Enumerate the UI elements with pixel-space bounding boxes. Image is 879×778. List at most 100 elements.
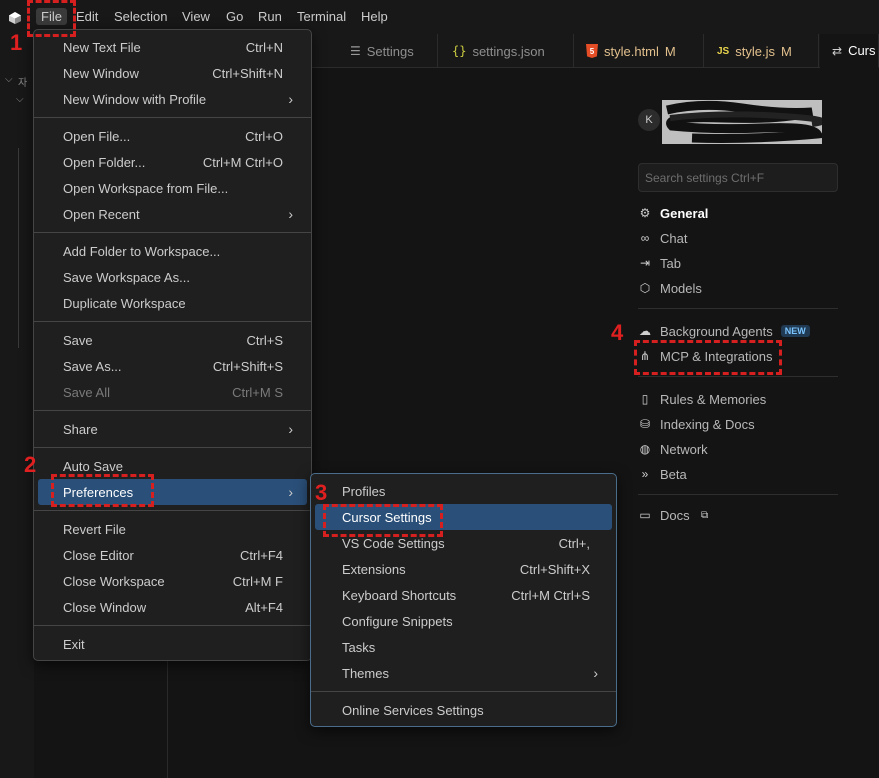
scribble-redaction [665,100,822,143]
file-menu: New Text File Ctrl+N New Window Ctrl+Shi… [33,29,312,661]
menu-item-open-workspace-from-file[interactable]: Open Workspace from File... [38,175,307,201]
menu-item-label: Extensions [342,561,406,577]
menu-item-label: Themes [342,665,389,681]
gear-icon: ⚙ [639,206,651,220]
nav-label: Background Agents [660,323,773,339]
tab-style-js[interactable]: JS style.js M [705,34,819,68]
nav-divider [638,494,838,495]
nav-network[interactable]: ◍ Network [638,439,708,459]
menu-item-open-file[interactable]: Open File... Ctrl+O [38,123,307,149]
tree-indent-guide [18,148,19,348]
html5-icon: 5 [586,44,598,58]
menu-edit[interactable]: Edit [76,9,98,24]
collapse-chevron-icon[interactable]: ⌵ [5,74,13,85]
cube-icon: ⬡ [639,281,651,295]
settings-search-input[interactable]: Search settings Ctrl+F [638,163,838,192]
nav-chat[interactable]: ∞ Chat [638,228,688,248]
nav-docs[interactable]: ▭ Docs ⧉ [638,505,712,525]
menu-help[interactable]: Help [361,9,388,24]
menu-item-duplicate-workspace[interactable]: Duplicate Workspace [38,290,307,316]
avatar[interactable]: K [638,109,660,131]
menu-item-share[interactable]: Share › [38,416,307,442]
menu-selection[interactable]: Selection [114,9,167,24]
nav-background-agents[interactable]: ☁ Background Agents NEW [638,321,810,341]
tab-style-html[interactable]: 5 style.html M [574,34,704,68]
menu-item-label: Save As... [63,358,122,374]
menu-item-save[interactable]: Save Ctrl+S [38,327,307,353]
nav-rules-memories[interactable]: ▯ Rules & Memories [638,389,767,409]
folder-chevron-icon[interactable]: ⌵ [16,94,24,105]
annotation-box-preferences [51,474,154,507]
nav-divider [638,308,838,309]
menu-item-themes[interactable]: Themes › [315,660,612,686]
menu-separator [34,510,311,511]
menu-item-new-window-with-profile[interactable]: New Window with Profile › [38,86,307,112]
tab-settings[interactable]: ☰ Settings [338,34,438,68]
menu-item-save-workspace-as[interactable]: Save Workspace As... [38,264,307,290]
tab-label: Curs [848,43,876,58]
menu-item-revert-file[interactable]: Revert File [38,516,307,542]
nav-indexing-docs[interactable]: ⛁ Indexing & Docs [638,414,755,434]
menu-item-open-recent[interactable]: Open Recent › [38,201,307,227]
menu-item-new-window[interactable]: New Window Ctrl+Shift+N [38,60,307,86]
menu-item-close-workspace[interactable]: Close Workspace Ctrl+M F [38,568,307,594]
menu-run[interactable]: Run [258,9,282,24]
menu-item-label: Open Folder... [63,154,146,170]
menu-item-online-services-settings[interactable]: Online Services Settings [315,697,612,723]
nav-divider [638,376,838,377]
menu-item-label: Close Workspace [63,573,165,589]
menu-item-configure-snippets[interactable]: Configure Snippets [315,608,612,634]
menu-item-shortcut: Ctrl+S [246,332,283,348]
menu-separator [34,321,311,322]
nav-label: Chat [660,230,688,246]
redacted-account-name [662,100,822,144]
profile-row: K [638,109,660,131]
document-icon: ▯ [641,392,649,406]
menu-item-save-as[interactable]: Save As... Ctrl+Shift+S [38,353,307,379]
tab-settings-json[interactable]: {} settings.json [440,34,574,68]
menu-item-shortcut: Ctrl+M S [232,384,283,400]
menu-item-label: Close Editor [63,547,134,563]
menu-item-exit[interactable]: Exit [38,631,307,657]
menu-item-label: Profiles [342,483,386,499]
tab-label: settings.json [472,43,545,59]
menu-item-label: Save Workspace As... [63,269,190,285]
menu-item-keyboard-shortcuts[interactable]: Keyboard Shortcuts Ctrl+M Ctrl+S [315,582,612,608]
menu-item-tasks[interactable]: Tasks [315,634,612,660]
menu-terminal[interactable]: Terminal [297,9,346,24]
menu-item-shortcut: Ctrl+O [245,128,283,144]
menu-item-open-folder[interactable]: Open Folder... Ctrl+M Ctrl+O [38,149,307,175]
menu-item-shortcut: Alt+F4 [245,599,283,615]
menu-item-add-folder-to-workspace[interactable]: Add Folder to Workspace... [38,238,307,264]
globe-icon: ◍ [639,442,651,456]
menu-item-label: New Window [63,65,139,81]
menu-item-close-editor[interactable]: Close Editor Ctrl+F4 [38,542,307,568]
nav-tab[interactable]: ⇥ Tab [638,253,681,273]
cursor-logo-icon[interactable] [8,11,22,25]
menu-item-save-all: Save All Ctrl+M S [38,379,307,405]
nav-models[interactable]: ⬡ Models [638,278,702,298]
chevrons-right-icon: » [641,467,649,481]
nav-label: General [660,205,709,221]
menu-item-label: Revert File [63,521,126,537]
menu-item-label: Share [63,421,98,437]
tab-cursor-settings[interactable]: ⇄ Curs [820,34,879,68]
cursor-settings-icon: ⇄ [832,43,843,58]
menu-item-label: Duplicate Workspace [63,295,186,311]
book-icon: ▭ [639,508,651,522]
menu-view[interactable]: View [182,9,210,24]
menu-separator [311,691,616,692]
menu-item-shortcut: Ctrl+, [558,535,590,551]
tab-label: style.html [604,43,659,59]
nav-general[interactable]: ⚙ General [638,203,709,223]
menu-item-profiles[interactable]: Profiles [315,478,612,504]
external-link-icon: ⧉ [701,509,709,521]
nav-beta[interactable]: » Beta [638,464,687,484]
menu-item-close-window[interactable]: Close Window Alt+F4 [38,594,307,620]
annotation-number: 3 [315,480,328,505]
tab-label: style.js [735,43,775,59]
chevron-right-icon: › [288,484,293,500]
menu-item-extensions[interactable]: Extensions Ctrl+Shift+X [315,556,612,582]
menu-item-new-text-file[interactable]: New Text File Ctrl+N [38,34,307,60]
menu-go[interactable]: Go [226,9,243,24]
